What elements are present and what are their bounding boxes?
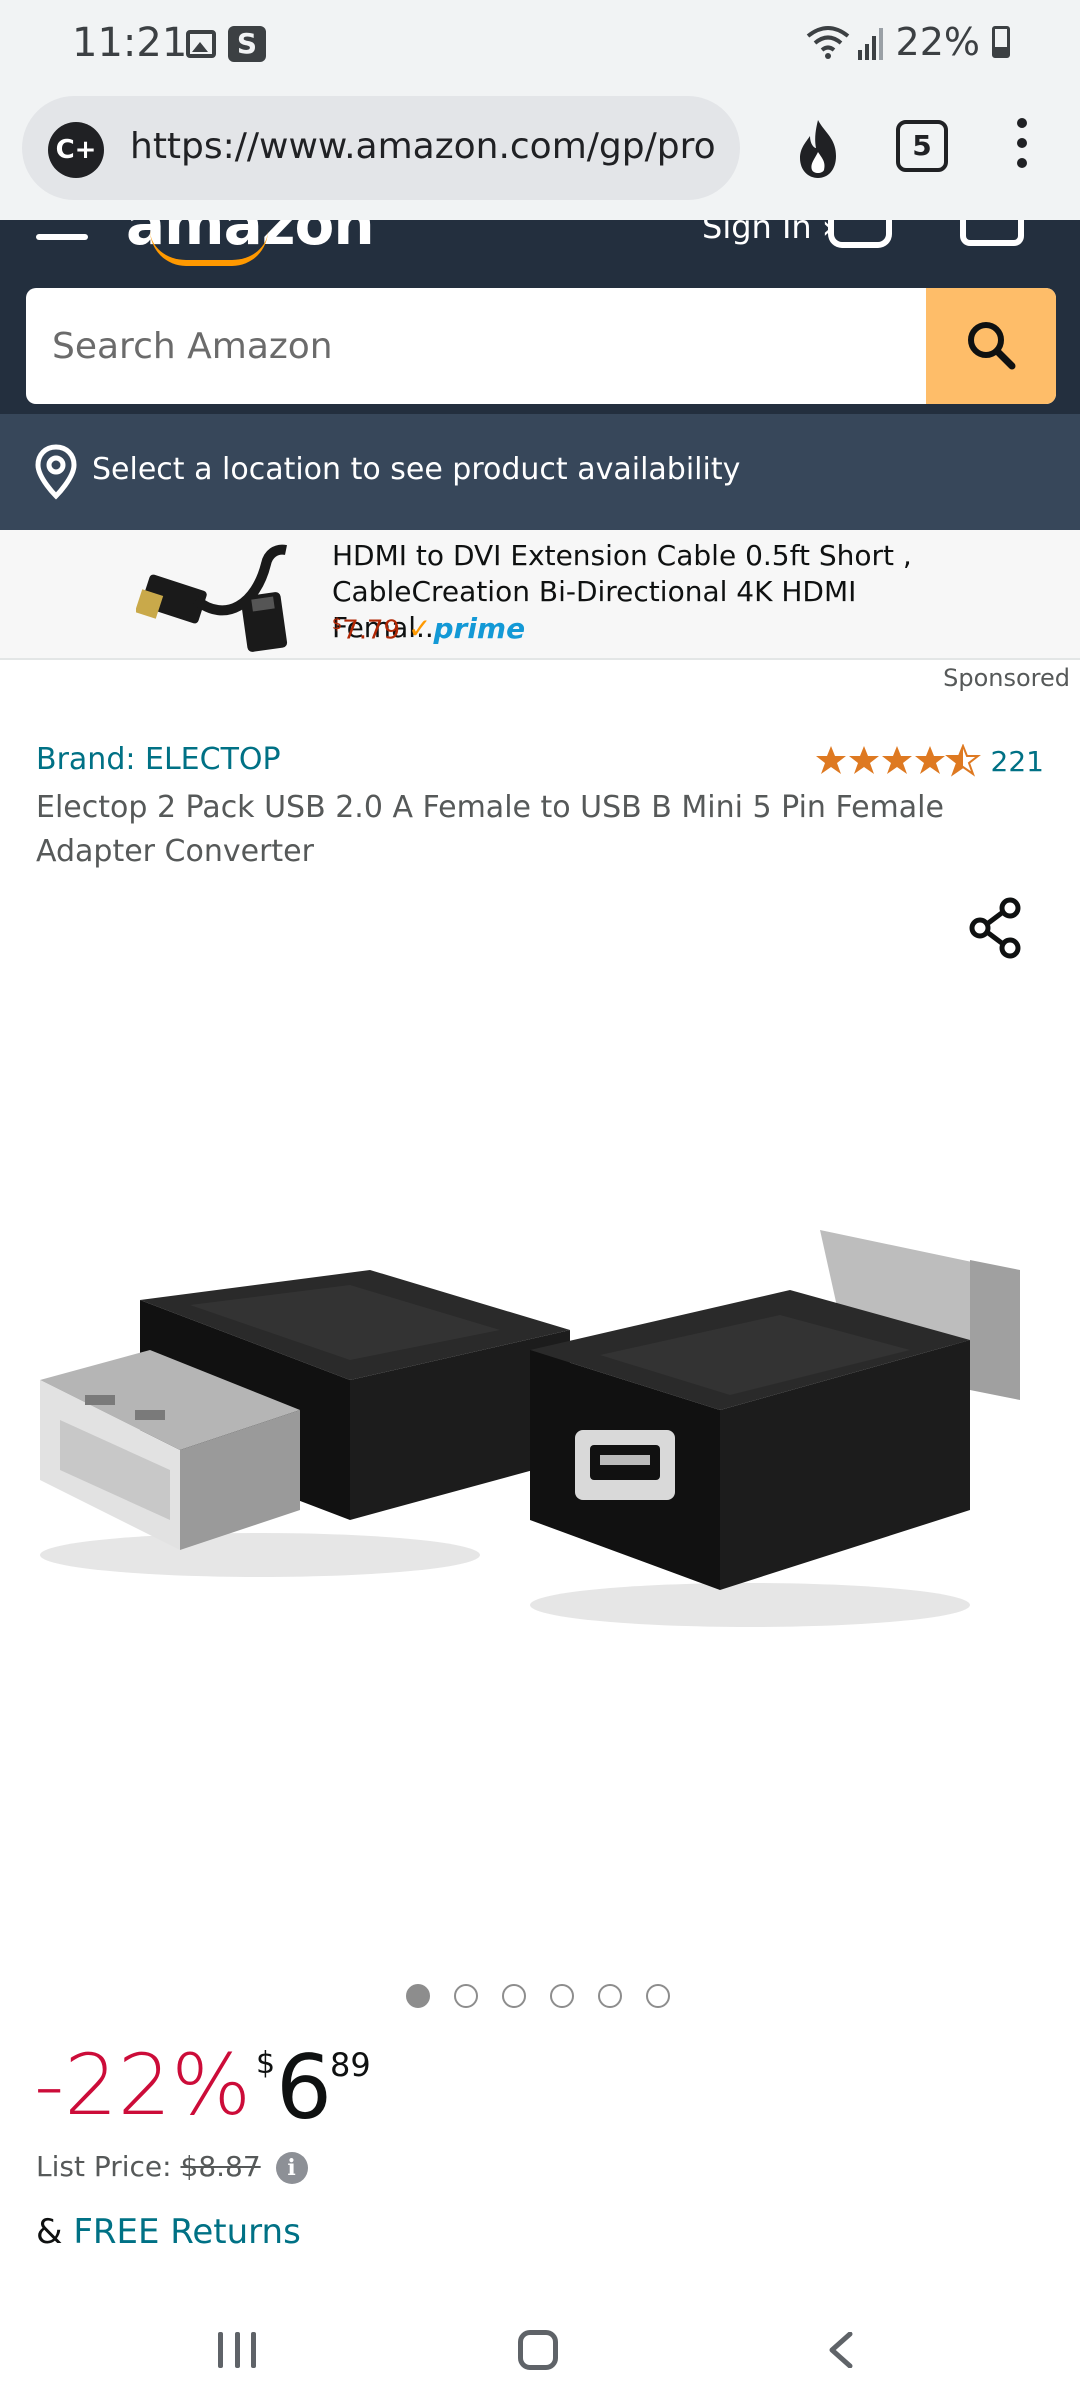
ad-price-symbol: $ [332,614,343,633]
returns-prefix: & [36,2212,63,2252]
user-icon[interactable] [828,220,892,248]
carousel-dot[interactable] [502,1984,526,2008]
brand-link[interactable]: Brand: ELECTOP [36,742,281,777]
price-whole: 6 [276,2036,332,2139]
search-box [26,288,1056,404]
location-text[interactable]: Select a location to see product availab… [92,452,740,487]
carousel-dot[interactable] [598,1984,622,2008]
ad-product-image[interactable] [136,534,306,656]
prime-label: prime [433,612,526,645]
discount-badge: -22% [34,2036,252,2134]
returns: & FREE Returns [36,2212,301,2252]
search-icon [968,321,1016,369]
tab-count-button[interactable]: 5 [896,120,948,172]
recent-apps-icon[interactable] [218,2332,256,2368]
wifi-icon [806,26,849,59]
url-text[interactable]: https://www.amazon.com/gp/product/ [130,126,715,167]
rating[interactable]: 221 [815,744,1044,778]
share-icon[interactable] [966,896,1026,960]
signin-link[interactable]: Sign In › [702,220,835,246]
sponsored-ad[interactable]: HDMI to DVI Extension Cable 0.5ft Short … [0,530,1080,660]
carousel-dot[interactable] [646,1984,670,2008]
amazon-smile-icon [150,230,268,266]
search-input[interactable] [26,288,926,404]
fire-icon[interactable] [790,118,846,180]
browser-toolbar: C+ https://www.amazon.com/gp/product/ 5 [0,88,1080,220]
cplus-icon[interactable]: C+ [48,122,104,178]
battery-percent: 22% [895,20,980,64]
status-bar: 11:21 S 22% [0,0,1080,88]
carousel-dot[interactable] [406,1984,430,2008]
image-icon [186,30,216,58]
prime-badge: ✓prime [408,612,525,645]
back-icon[interactable] [826,2332,856,2368]
star-rating-icon [815,745,979,775]
address-bar[interactable]: C+ https://www.amazon.com/gp/product/ [22,96,740,200]
status-time: 11:21 [72,20,188,66]
info-icon[interactable]: i [275,2152,308,2184]
location-bar[interactable]: Select a location to see product availab… [0,414,1080,530]
browser-menu-icon[interactable] [1010,118,1034,178]
free-returns-link[interactable]: FREE Returns [73,2212,301,2252]
image-carousel-dots [406,1984,670,2008]
list-price-value: $8.87 [180,2150,261,2183]
carousel-dot[interactable] [454,1984,478,2008]
home-icon[interactable] [518,2330,558,2370]
amazon-header: amazon Sign In › [0,220,1080,414]
list-price-label: List Price: [36,2150,172,2183]
ad-price: $7.79 [332,614,400,646]
product-image[interactable] [30,1160,1050,1660]
product-title: Electop 2 Pack USB 2.0 A Female to USB B… [36,790,944,869]
hamburger-menu-icon[interactable] [36,234,88,240]
status-right: 22% [806,20,1010,64]
prime-check-icon: ✓ [408,612,432,645]
system-nav-bar [0,2284,1080,2400]
signal-icon [857,28,883,60]
location-pin-icon [35,444,77,500]
list-price: List Price: $8.87 i [36,2150,308,2184]
search-button[interactable] [926,288,1056,404]
sponsored-label[interactable]: Sponsored [943,664,1070,692]
ad-price-value: 7.79 [342,615,401,646]
battery-icon [992,26,1010,58]
price-fraction: 89 [330,2046,371,2084]
s-app-icon: S [228,26,266,62]
carousel-dot[interactable] [550,1984,574,2008]
cart-icon[interactable] [960,220,1024,246]
rating-count[interactable]: 221 [991,745,1044,778]
price-currency: $ [256,2046,276,2081]
